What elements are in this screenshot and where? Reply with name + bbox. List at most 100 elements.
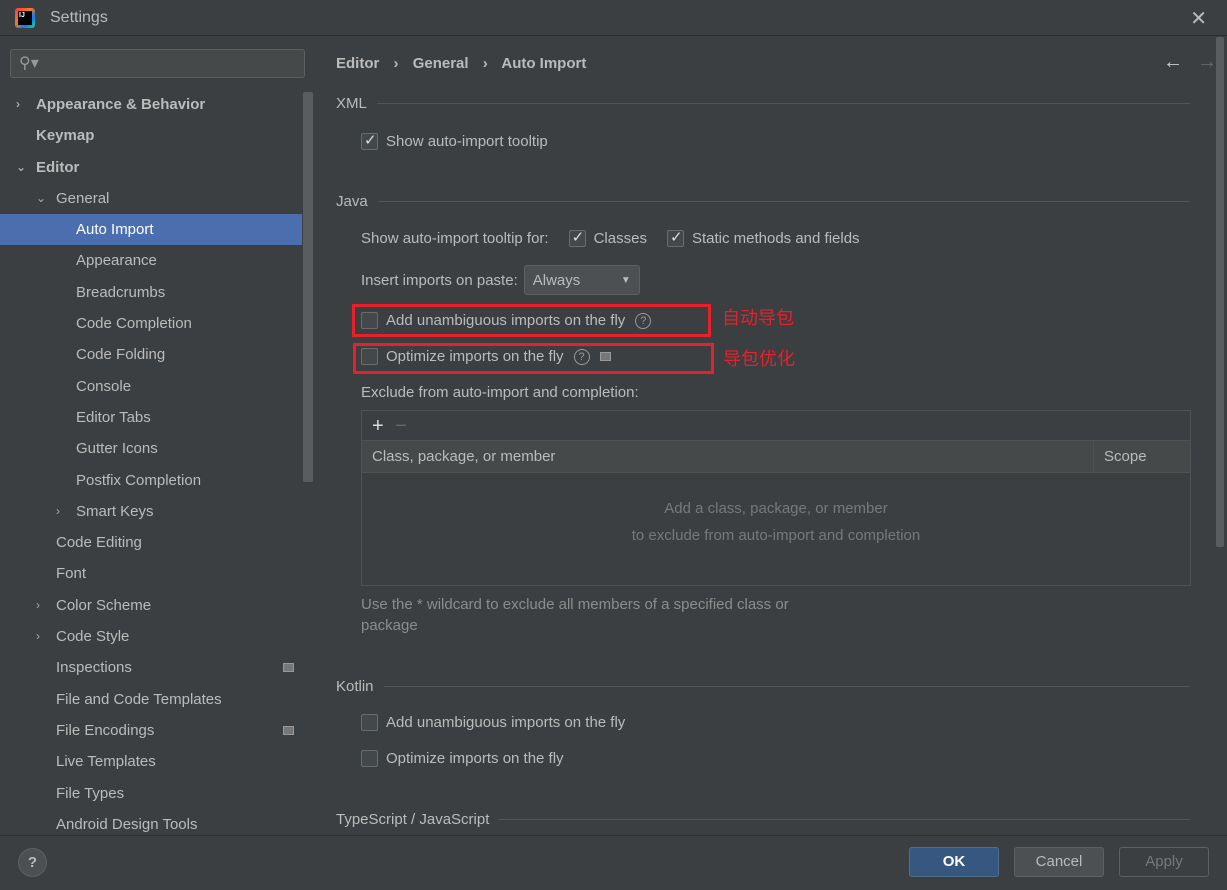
sidebar-item-postfix-completion[interactable]: Postfix Completion (0, 465, 302, 496)
breadcrumb: Editor › General › Auto Import (336, 55, 587, 72)
sidebar-scrollbar[interactable] (303, 92, 313, 482)
sidebar-item-label: Appearance (76, 252, 157, 270)
sidebar-item-appearance-behavior[interactable]: › Appearance & Behavior (0, 89, 302, 120)
sidebar-item-smart-keys[interactable]: › Smart Keys (0, 496, 302, 527)
sidebar-item-label: Smart Keys (76, 502, 154, 520)
sidebar-item-label: Editor Tabs (76, 408, 151, 426)
apply-button[interactable]: Apply (1119, 847, 1209, 877)
help-button[interactable]: ? (18, 848, 47, 877)
sidebar-item-auto-import[interactable]: Auto Import (0, 214, 302, 246)
java-section-title: Java (336, 193, 1190, 210)
sidebar-item-inspections[interactable]: Inspections (0, 652, 302, 683)
sidebar-item-editor-tabs[interactable]: Editor Tabs (0, 402, 302, 433)
breadcrumb-general[interactable]: General (413, 55, 469, 72)
sidebar-item-label: Code Folding (76, 346, 166, 364)
annotation-optimize: 导包优化 (723, 349, 795, 369)
classes-checkbox[interactable]: Classes (568, 228, 647, 247)
breadcrumb-editor[interactable]: Editor (336, 55, 379, 72)
kotlin-add-unambiguous-checkbox[interactable]: Add unambiguous imports on the fly (361, 714, 625, 731)
sidebar-item-label: Console (76, 377, 132, 395)
static-methods-checkbox[interactable]: Static methods and fields (666, 228, 860, 247)
title-bar: IJ Settings ✕ (0, 0, 1227, 36)
search-input[interactable]: ⚲▾ (10, 49, 305, 78)
sidebar-item-label: Code Editing (56, 534, 142, 552)
close-icon[interactable]: ✕ (1190, 6, 1207, 31)
sidebar-item-font[interactable]: Font (0, 558, 302, 589)
sidebar-item-breadcrumbs[interactable]: Breadcrumbs (0, 277, 302, 308)
chevron-right-icon[interactable]: › (56, 496, 60, 527)
sidebar-item-label: File and Code Templates (56, 690, 222, 708)
column-header-class[interactable]: Class, package, or member (362, 441, 1094, 472)
typescript-section-title: TypeScript / JavaScript (336, 811, 1190, 828)
chevron-down-icon: ▼ (620, 274, 631, 286)
sidebar-item-appearance[interactable]: Appearance (0, 245, 302, 276)
cancel-button[interactable]: Cancel (1014, 847, 1104, 877)
dialog-footer: ? OK Cancel Apply (0, 835, 1227, 890)
window-title: Settings (50, 9, 108, 26)
sidebar-item-color-scheme[interactable]: › Color Scheme (0, 590, 302, 621)
sidebar-item-label: File Types (56, 784, 125, 802)
sidebar-item-label: Font (56, 565, 87, 583)
sidebar-item-keymap[interactable]: Keymap (0, 120, 302, 151)
sidebar-item-label: Color Scheme (56, 596, 152, 614)
sidebar-item-file-types[interactable]: File Types (0, 778, 302, 809)
xml-show-tooltip-checkbox[interactable]: Show auto-import tooltip (361, 131, 548, 150)
project-scope-icon (283, 725, 294, 735)
chevron-right-icon[interactable]: › (16, 89, 20, 120)
settings-sidebar: ⚲▾ › Appearance & Behavior Keymap ⌄ Editor ⌄ G… (0, 37, 315, 835)
column-header-scope[interactable]: Scope (1094, 441, 1147, 472)
sidebar-item-file-encodings[interactable]: File Encodings (0, 715, 302, 746)
sidebar-item-label: Breadcrumbs (76, 283, 166, 301)
chevron-down-icon[interactable]: ⌄ (16, 152, 26, 183)
sidebar-item-label: Code Completion (76, 315, 192, 333)
sidebar-item-code-style[interactable]: › Code Style (0, 621, 302, 652)
back-arrow-icon[interactable]: ← (1163, 51, 1183, 73)
wildcard-hint: Use the * wildcard to exclude all member… (361, 596, 789, 634)
settings-tree: › Appearance & Behavior Keymap ⌄ Editor ⌄ Gene… (0, 89, 302, 840)
sidebar-item-label: Keymap (36, 127, 95, 145)
sidebar-item-label: General (56, 189, 110, 207)
sidebar-item-label: Gutter Icons (76, 440, 158, 458)
sidebar-item-code-editing[interactable]: Code Editing (0, 527, 302, 558)
sidebar-item-label: Editor (36, 158, 80, 176)
sidebar-item-code-folding[interactable]: Code Folding (0, 339, 302, 370)
intellij-logo-icon: IJ (15, 8, 35, 28)
sidebar-item-label: Inspections (56, 659, 132, 677)
chevron-right-icon[interactable]: › (36, 590, 40, 621)
sidebar-item-code-completion[interactable]: Code Completion (0, 308, 302, 339)
content-scrollbar[interactable] (1216, 37, 1224, 547)
exclude-label: Exclude from auto-import and completion: (361, 384, 639, 401)
sidebar-item-label: Auto Import (76, 221, 154, 239)
chevron-down-icon[interactable]: ⌄ (36, 183, 46, 214)
project-scope-icon (283, 663, 294, 673)
sidebar-item-live-templates[interactable]: Live Templates (0, 746, 302, 777)
sidebar-item-label: Appearance & Behavior (36, 96, 206, 113)
annotation-box (352, 304, 711, 337)
sidebar-item-label: Postfix Completion (76, 471, 202, 489)
sidebar-item-label: Live Templates (56, 753, 156, 771)
remove-icon[interactable]: − (395, 415, 407, 437)
insert-imports-dropdown[interactable]: Always ▼ (523, 265, 640, 295)
empty-text-2: to exclude from auto-import and completi… (631, 527, 921, 544)
sidebar-item-editor[interactable]: ⌄ Editor (0, 152, 302, 183)
add-icon[interactable]: + (372, 415, 384, 437)
breadcrumb-auto-import: Auto Import (501, 55, 587, 72)
empty-text-1: Add a class, package, or member (664, 500, 888, 517)
kotlin-optimize-checkbox[interactable]: Optimize imports on the fly (361, 750, 564, 767)
xml-section-title: XML (336, 95, 1190, 112)
annotation-box (353, 343, 714, 374)
sidebar-item-gutter-icons[interactable]: Gutter Icons (0, 433, 302, 464)
search-icon: ⚲▾ (19, 55, 39, 72)
forward-arrow-icon[interactable]: → (1197, 51, 1217, 73)
sidebar-item-label: File Encodings (56, 721, 155, 739)
chevron-right-icon[interactable]: › (36, 621, 40, 652)
ok-button[interactable]: OK (909, 847, 999, 877)
sidebar-item-console[interactable]: Console (0, 371, 302, 402)
sidebar-item-general[interactable]: ⌄ General (0, 183, 302, 214)
annotation-auto-import: 自动导包 (722, 308, 794, 328)
sidebar-item-label: Code Style (56, 628, 130, 646)
settings-content: Editor › General › Auto Import ← → XML Sh… (316, 37, 1227, 835)
sidebar-item-file-and-code-templates[interactable]: File and Code Templates (0, 684, 302, 715)
kotlin-section-title: Kotlin (336, 678, 1190, 695)
exclude-table: + − Class, package, or member Scope Add a… (361, 410, 1191, 586)
